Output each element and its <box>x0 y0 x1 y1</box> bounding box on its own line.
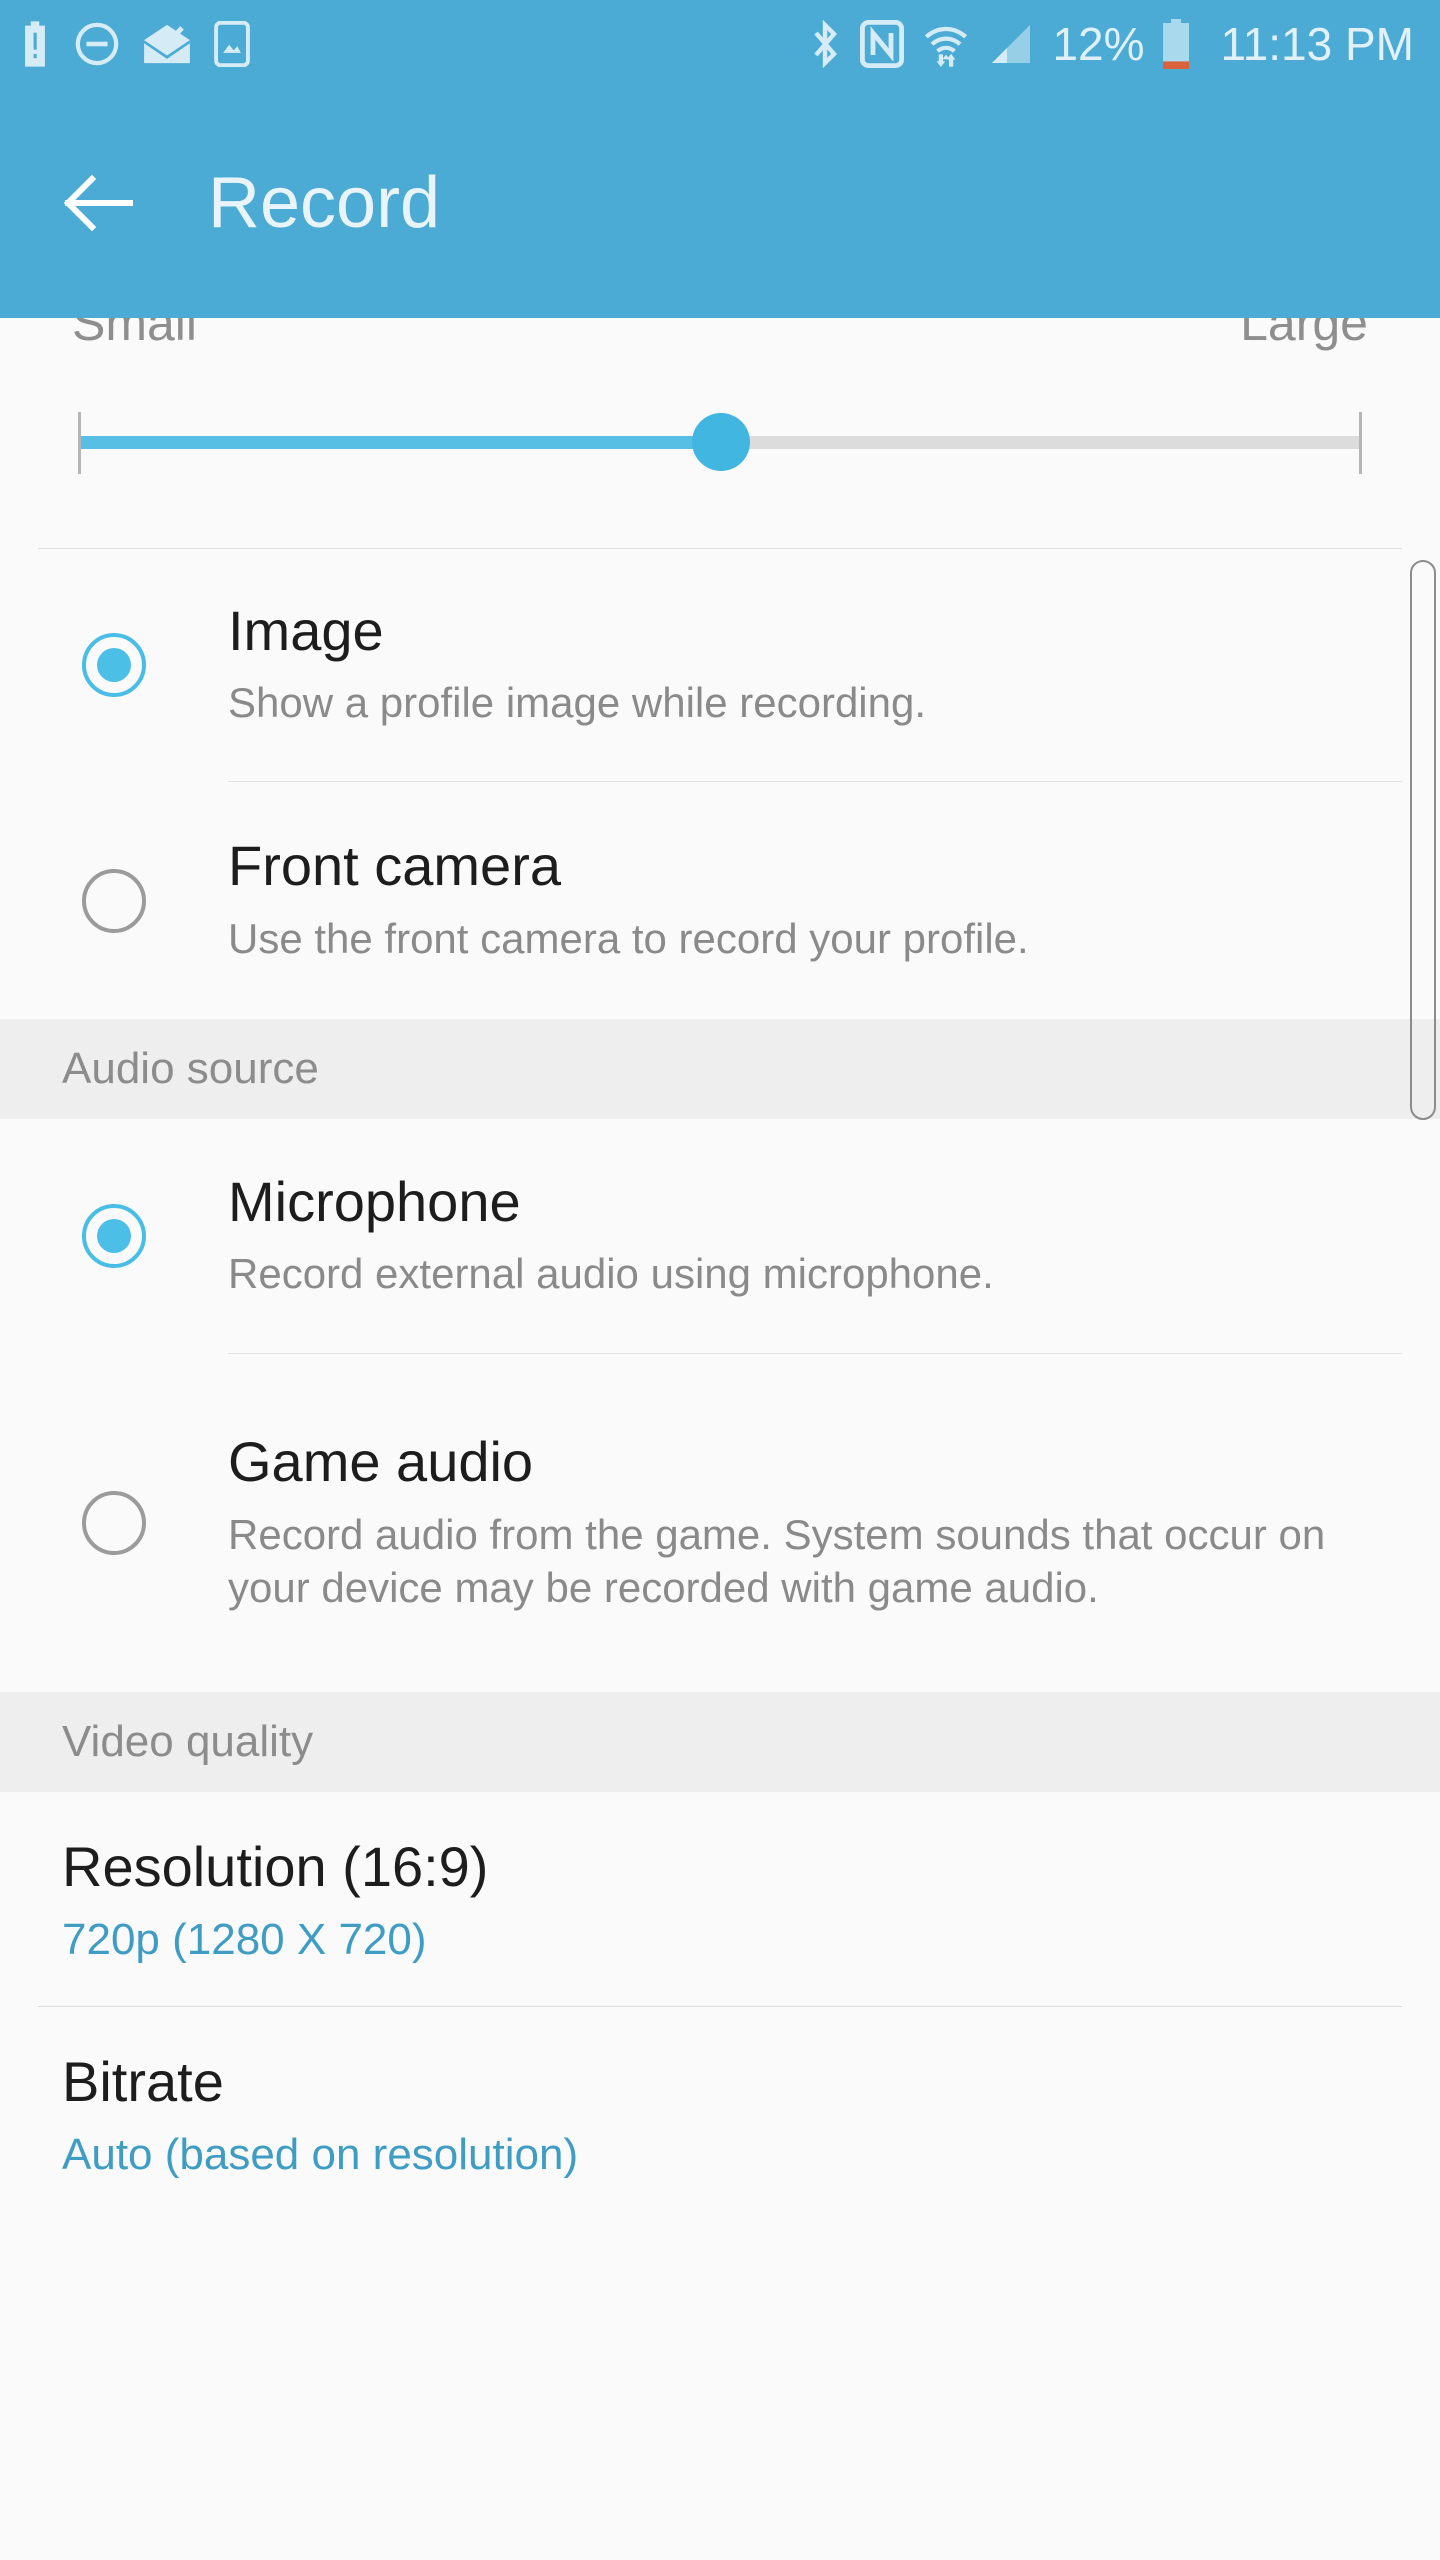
status-bar-left-icons <box>18 21 250 67</box>
pref-title-bitrate: Bitrate <box>62 2050 224 2114</box>
option-title-microphone: Microphone <box>228 1169 521 1233</box>
cellular-signal-icon <box>992 25 1031 63</box>
pref-value-bitrate: Auto (based on resolution) <box>62 2129 579 2179</box>
radio-button-game-audio[interactable] <box>82 1491 146 1555</box>
app-bar: Record <box>0 88 1440 318</box>
option-subtitle-image: Show a profile image while recording. <box>228 679 927 727</box>
pref-row-resolution[interactable]: Resolution (16:9) 720p (1280 X 720) <box>0 1792 1440 2007</box>
mail-read-icon <box>144 24 190 64</box>
android-record-settings-screen: Small Large Image Show a profile image w… <box>0 0 1440 2560</box>
do-not-disturb-icon <box>75 22 119 66</box>
arrow-left-icon <box>63 174 133 232</box>
slider-track-fill <box>78 436 720 449</box>
clock-label: 11:13 PM <box>1220 18 1414 70</box>
profile-size-slider[interactable] <box>0 396 1440 486</box>
option-title-front-camera: Front camera <box>228 834 561 898</box>
option-text-microphone: Microphone Record external audio using m… <box>228 1169 1402 1301</box>
status-bar: 12% 11:13 PM <box>0 0 1440 88</box>
option-row-microphone[interactable]: Microphone Record external audio using m… <box>0 1119 1440 1353</box>
bluetooth-icon <box>814 20 838 68</box>
option-text-front-camera: Front camera Use the front camera to rec… <box>228 835 1402 965</box>
option-subtitle-microphone: Record external audio using microphone. <box>228 1250 994 1298</box>
radio-wrap-game-audio[interactable] <box>0 1491 228 1555</box>
back-button[interactable] <box>62 166 136 240</box>
option-subtitle-game-audio: Record audio from the game. System sound… <box>228 1510 1326 1612</box>
option-row-image[interactable]: Image Show a profile image while recordi… <box>0 549 1440 781</box>
option-title-game-audio: Game audio <box>228 1429 534 1493</box>
slider-thumb[interactable] <box>692 413 750 471</box>
radio-button-image[interactable] <box>82 633 146 697</box>
pref-value-resolution: 720p (1280 X 720) <box>62 1914 427 1964</box>
status-bar-right-icons: 12% 11:13 PM <box>808 19 1414 69</box>
nfc-icon <box>860 20 905 68</box>
option-title-image: Image <box>228 598 384 662</box>
radio-button-front-camera[interactable] <box>82 868 146 933</box>
option-text-image: Image Show a profile image while recordi… <box>228 598 1402 730</box>
battery-alert-icon <box>25 21 45 67</box>
radio-button-microphone[interactable] <box>82 1204 146 1268</box>
section-header-audio-source: Audio source <box>0 1019 1440 1119</box>
option-row-game-audio[interactable]: Game audio Record audio from the game. S… <box>0 1354 1440 1692</box>
screenshot-icon <box>214 21 250 67</box>
wifi-icon <box>925 26 968 67</box>
section-header-video-quality: Video quality <box>0 1692 1440 1792</box>
settings-scroll-content[interactable]: Small Large Image Show a profile image w… <box>0 298 1440 2560</box>
battery-percent-label: 12% <box>1052 18 1145 70</box>
page-title: Record <box>208 163 441 243</box>
section-header-audio-source-label: Audio source <box>62 1044 319 1093</box>
profile-size-slider-block: Small Large <box>0 298 1440 548</box>
radio-wrap-front-camera[interactable] <box>0 868 228 933</box>
slider-tick-max <box>1359 412 1362 474</box>
option-text-game-audio: Game audio Record audio from the game. S… <box>228 1429 1402 1615</box>
option-row-front-camera[interactable]: Front camera Use the front camera to rec… <box>0 782 1440 1019</box>
pref-title-resolution: Resolution (16:9) <box>62 1835 489 1898</box>
battery-icon <box>1162 19 1189 69</box>
section-header-video-quality-label: Video quality <box>62 1717 314 1766</box>
pref-row-bitrate[interactable]: Bitrate Auto (based on resolution) <box>0 2007 1440 2222</box>
radio-wrap-microphone[interactable] <box>0 1204 228 1268</box>
radio-wrap-image[interactable] <box>0 633 228 697</box>
vertical-scrollbar[interactable] <box>1410 560 1436 1120</box>
option-subtitle-front-camera: Use the front camera to record your prof… <box>228 914 1029 962</box>
slider-tick-min <box>78 412 81 474</box>
